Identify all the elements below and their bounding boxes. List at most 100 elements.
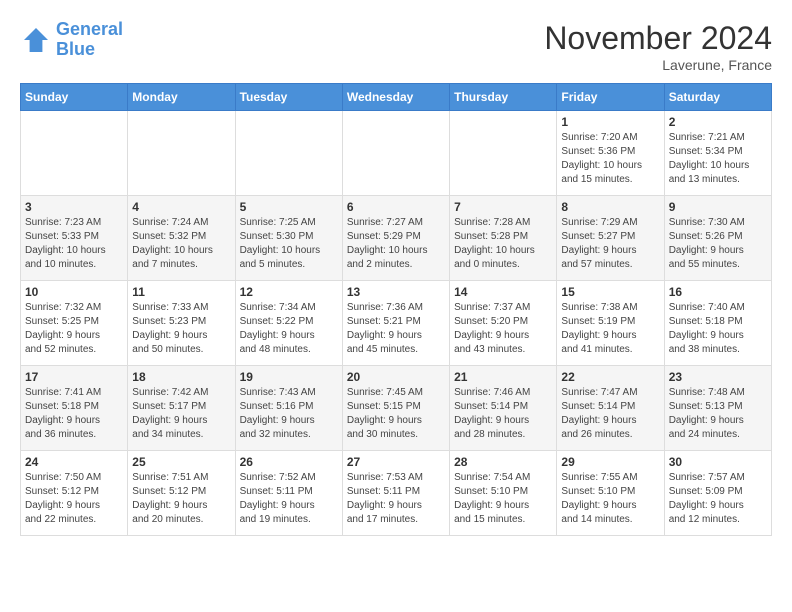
calendar-cell: 18 Sunrise: 7:42 AM Sunset: 5:17 PM Dayli… — [128, 366, 235, 451]
calendar-cell: 13 Sunrise: 7:36 AM Sunset: 5:21 PM Dayli… — [342, 281, 449, 366]
calendar-cell: 12 Sunrise: 7:34 AM Sunset: 5:22 PM Dayli… — [235, 281, 342, 366]
day-info: Sunrise: 7:30 AM Sunset: 5:26 PM Dayligh… — [669, 216, 767, 272]
weekday-header: Wednesday — [342, 84, 449, 111]
calendar-week-row: 3 Sunrise: 7:23 AM Sunset: 5:33 PM Daylig… — [21, 196, 772, 281]
calendar-cell: 4Sunrise: 7:24 AM Sunset: 5:32 PM Daylig… — [128, 196, 235, 281]
day-number: 13 — [347, 285, 445, 299]
day-number: 21 — [454, 370, 552, 384]
month-title: November 2024 — [544, 20, 772, 57]
day-number: 19 — [240, 370, 338, 384]
weekday-header: Tuesday — [235, 84, 342, 111]
day-info: Sunrise: 7:32 AM Sunset: 5:25 PM Dayligh… — [25, 301, 123, 357]
page-header: General Blue November 2024 Laverune, Fra… — [20, 20, 772, 73]
calendar-cell: 20 Sunrise: 7:45 AM Sunset: 5:15 PM Dayli… — [342, 366, 449, 451]
calendar-cell: 16 Sunrise: 7:40 AM Sunset: 5:18 PM Dayli… — [664, 281, 771, 366]
day-number: 17 — [25, 370, 123, 384]
calendar-cell: 15Sunrise: 7:38 AM Sunset: 5:19 PM Dayli… — [557, 281, 664, 366]
calendar-cell: 24 Sunrise: 7:50 AM Sunset: 5:12 PM Dayli… — [21, 451, 128, 536]
day-number: 8 — [561, 200, 659, 214]
day-number: 24 — [25, 455, 123, 469]
calendar-cell: 5 Sunrise: 7:25 AM Sunset: 5:30 PM Daylig… — [235, 196, 342, 281]
day-info: Sunrise: 7:42 AM Sunset: 5:17 PM Dayligh… — [132, 386, 230, 442]
weekday-header: Thursday — [450, 84, 557, 111]
day-info: Sunrise: 7:25 AM Sunset: 5:30 PM Dayligh… — [240, 216, 338, 272]
day-info: Sunrise: 7:48 AM Sunset: 5:13 PM Dayligh… — [669, 386, 767, 442]
calendar-cell: 21Sunrise: 7:46 AM Sunset: 5:14 PM Dayli… — [450, 366, 557, 451]
logo-general: General — [56, 19, 123, 39]
day-number: 5 — [240, 200, 338, 214]
calendar-cell: 10 Sunrise: 7:32 AM Sunset: 5:25 PM Dayli… — [21, 281, 128, 366]
day-info: Sunrise: 7:23 AM Sunset: 5:33 PM Dayligh… — [25, 216, 123, 272]
day-number: 10 — [25, 285, 123, 299]
day-number: 12 — [240, 285, 338, 299]
day-info: Sunrise: 7:34 AM Sunset: 5:22 PM Dayligh… — [240, 301, 338, 357]
weekday-header: Sunday — [21, 84, 128, 111]
location: Laverune, France — [544, 57, 772, 73]
calendar-week-row: 24 Sunrise: 7:50 AM Sunset: 5:12 PM Dayli… — [21, 451, 772, 536]
logo-text: General Blue — [56, 20, 123, 60]
calendar-cell — [128, 111, 235, 196]
day-number: 2 — [669, 115, 767, 129]
day-info: Sunrise: 7:20 AM Sunset: 5:36 PM Dayligh… — [561, 131, 659, 187]
calendar-cell: 22Sunrise: 7:47 AM Sunset: 5:14 PM Dayli… — [557, 366, 664, 451]
day-number: 20 — [347, 370, 445, 384]
day-number: 25 — [132, 455, 230, 469]
logo: General Blue — [20, 20, 123, 60]
day-info: Sunrise: 7:50 AM Sunset: 5:12 PM Dayligh… — [25, 471, 123, 527]
calendar-cell: 30 Sunrise: 7:57 AM Sunset: 5:09 PM Dayli… — [664, 451, 771, 536]
calendar-cell: 29Sunrise: 7:55 AM Sunset: 5:10 PM Dayli… — [557, 451, 664, 536]
day-number: 16 — [669, 285, 767, 299]
day-info: Sunrise: 7:55 AM Sunset: 5:10 PM Dayligh… — [561, 471, 659, 527]
day-number: 22 — [561, 370, 659, 384]
day-info: Sunrise: 7:27 AM Sunset: 5:29 PM Dayligh… — [347, 216, 445, 272]
day-number: 9 — [669, 200, 767, 214]
day-number: 28 — [454, 455, 552, 469]
calendar-cell: 17 Sunrise: 7:41 AM Sunset: 5:18 PM Dayli… — [21, 366, 128, 451]
day-info: Sunrise: 7:24 AM Sunset: 5:32 PM Dayligh… — [132, 216, 230, 272]
day-number: 23 — [669, 370, 767, 384]
calendar-cell: 11 Sunrise: 7:33 AM Sunset: 5:23 PM Dayli… — [128, 281, 235, 366]
calendar-cell: 25Sunrise: 7:51 AM Sunset: 5:12 PM Dayli… — [128, 451, 235, 536]
day-info: Sunrise: 7:41 AM Sunset: 5:18 PM Dayligh… — [25, 386, 123, 442]
day-info: Sunrise: 7:38 AM Sunset: 5:19 PM Dayligh… — [561, 301, 659, 357]
day-number: 3 — [25, 200, 123, 214]
calendar-cell — [21, 111, 128, 196]
calendar-week-row: 1 Sunrise: 7:20 AM Sunset: 5:36 PM Daylig… — [21, 111, 772, 196]
day-number: 14 — [454, 285, 552, 299]
day-info: Sunrise: 7:36 AM Sunset: 5:21 PM Dayligh… — [347, 301, 445, 357]
day-info: Sunrise: 7:57 AM Sunset: 5:09 PM Dayligh… — [669, 471, 767, 527]
weekday-header: Saturday — [664, 84, 771, 111]
calendar-cell: 23 Sunrise: 7:48 AM Sunset: 5:13 PM Dayli… — [664, 366, 771, 451]
calendar-cell: 8 Sunrise: 7:29 AM Sunset: 5:27 PM Daylig… — [557, 196, 664, 281]
calendar-cell: 27Sunrise: 7:53 AM Sunset: 5:11 PM Dayli… — [342, 451, 449, 536]
calendar-cell — [235, 111, 342, 196]
logo-blue: Blue — [56, 40, 123, 60]
calendar-cell — [342, 111, 449, 196]
weekday-header: Monday — [128, 84, 235, 111]
day-info: Sunrise: 7:53 AM Sunset: 5:11 PM Dayligh… — [347, 471, 445, 527]
calendar-table: SundayMondayTuesdayWednesdayThursdayFrid… — [20, 83, 772, 536]
calendar-cell: 7Sunrise: 7:28 AM Sunset: 5:28 PM Daylig… — [450, 196, 557, 281]
calendar-week-row: 10 Sunrise: 7:32 AM Sunset: 5:25 PM Dayli… — [21, 281, 772, 366]
weekday-header: Friday — [557, 84, 664, 111]
day-number: 30 — [669, 455, 767, 469]
day-number: 11 — [132, 285, 230, 299]
calendar-cell: 9 Sunrise: 7:30 AM Sunset: 5:26 PM Daylig… — [664, 196, 771, 281]
day-info: Sunrise: 7:33 AM Sunset: 5:23 PM Dayligh… — [132, 301, 230, 357]
day-info: Sunrise: 7:40 AM Sunset: 5:18 PM Dayligh… — [669, 301, 767, 357]
day-info: Sunrise: 7:37 AM Sunset: 5:20 PM Dayligh… — [454, 301, 552, 357]
day-info: Sunrise: 7:28 AM Sunset: 5:28 PM Dayligh… — [454, 216, 552, 272]
calendar-cell: 6Sunrise: 7:27 AM Sunset: 5:29 PM Daylig… — [342, 196, 449, 281]
calendar-header-row: SundayMondayTuesdayWednesdayThursdayFrid… — [21, 84, 772, 111]
calendar-cell: 1 Sunrise: 7:20 AM Sunset: 5:36 PM Daylig… — [557, 111, 664, 196]
day-number: 26 — [240, 455, 338, 469]
calendar-cell: 14 Sunrise: 7:37 AM Sunset: 5:20 PM Dayli… — [450, 281, 557, 366]
day-info: Sunrise: 7:45 AM Sunset: 5:15 PM Dayligh… — [347, 386, 445, 442]
title-block: November 2024 Laverune, France — [544, 20, 772, 73]
day-info: Sunrise: 7:43 AM Sunset: 5:16 PM Dayligh… — [240, 386, 338, 442]
day-number: 1 — [561, 115, 659, 129]
day-info: Sunrise: 7:29 AM Sunset: 5:27 PM Dayligh… — [561, 216, 659, 272]
calendar-cell: 3 Sunrise: 7:23 AM Sunset: 5:33 PM Daylig… — [21, 196, 128, 281]
calendar-cell: 28Sunrise: 7:54 AM Sunset: 5:10 PM Dayli… — [450, 451, 557, 536]
day-number: 18 — [132, 370, 230, 384]
